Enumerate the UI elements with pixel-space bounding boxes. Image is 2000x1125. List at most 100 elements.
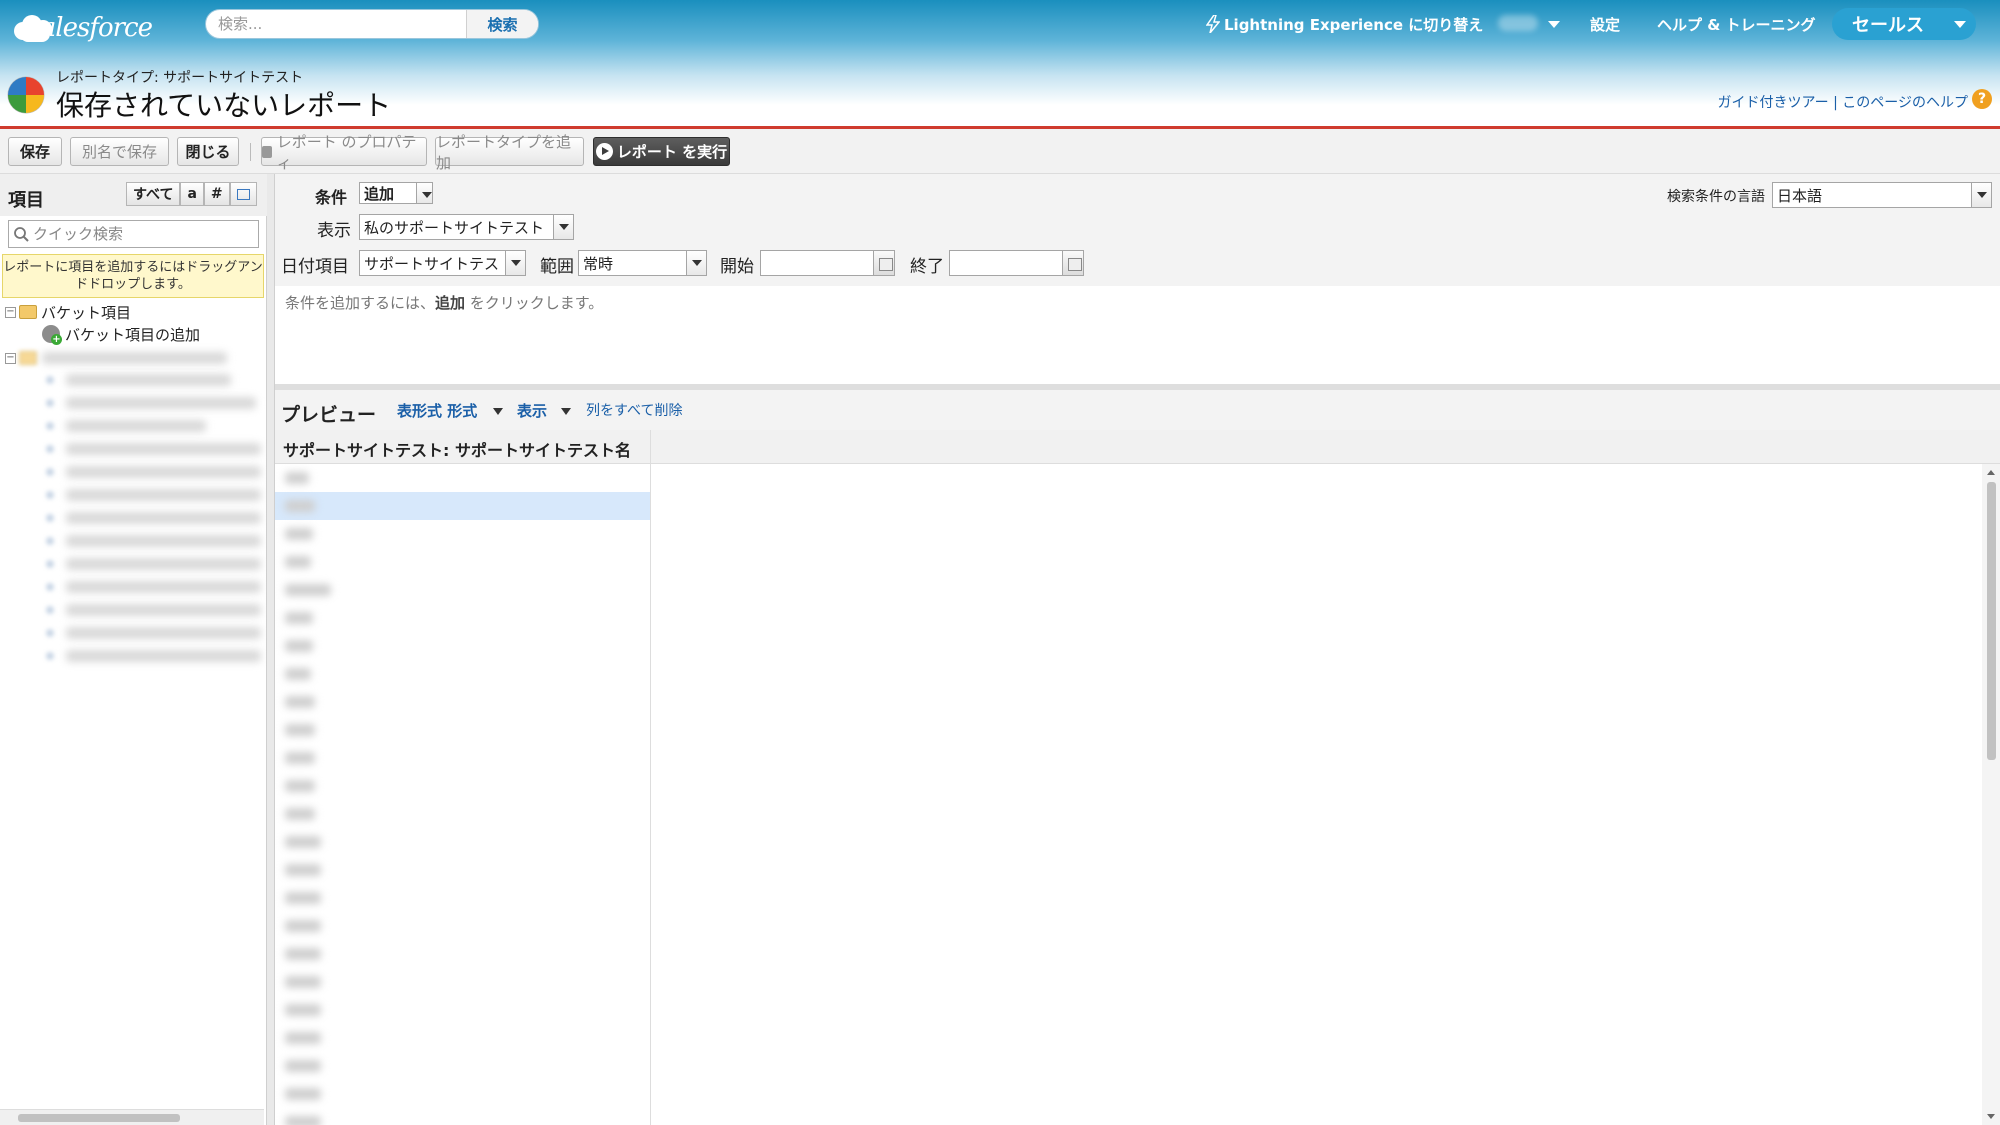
table-row[interactable] <box>275 632 650 660</box>
start-date-input[interactable] <box>760 250 875 276</box>
page-help-link[interactable]: このページのヘルプ <box>1842 95 1968 111</box>
global-search-button[interactable]: 検索 <box>466 10 538 38</box>
table-row[interactable] <box>275 1080 650 1108</box>
add-filter-value: 追加 <box>364 184 395 203</box>
tree-item-blurred[interactable] <box>66 466 261 478</box>
table-row-selected[interactable] <box>275 492 650 520</box>
end-calendar-icon[interactable] <box>1062 250 1084 276</box>
help-training-link[interactable]: ヘルプ & トレーニング <box>1657 14 1816 36</box>
collapse-icon[interactable]: − <box>5 306 16 318</box>
report-properties-button[interactable]: レポート のプロパティ <box>261 133 427 172</box>
filter-language-label: 検索条件の言語 <box>1667 189 1765 205</box>
tree-item-blurred[interactable] <box>66 443 261 455</box>
lightning-bolt-icon <box>1206 15 1220 33</box>
tree-item-blurred[interactable] <box>66 650 261 662</box>
table-row[interactable] <box>275 772 650 800</box>
table-row[interactable] <box>275 548 650 576</box>
app-menu-label: セールス <box>1852 15 1924 36</box>
table-row[interactable] <box>275 996 650 1024</box>
table-row[interactable] <box>275 604 650 632</box>
scroll-down-icon[interactable] <box>1987 1114 1995 1119</box>
preview-vertical-scrollbar[interactable] <box>1982 464 2000 1125</box>
panel-splitter[interactable] <box>267 174 275 1125</box>
scrollbar-thumb[interactable] <box>18 1114 180 1122</box>
empty-filter-prefix: 条件を追加するには、 <box>285 294 436 312</box>
tree-object-folder[interactable]: − <box>5 348 41 368</box>
preview-rows <box>275 464 651 1125</box>
run-report-button[interactable]: レポート を実行 <box>593 137 730 166</box>
fields-panel-header: 項目 すべて a # <box>0 174 267 216</box>
filter-text-button[interactable]: a <box>180 182 204 206</box>
table-row[interactable] <box>275 856 650 884</box>
tree-item-blurred[interactable] <box>66 489 261 501</box>
add-report-type-button[interactable]: レポートタイプを追加 <box>435 133 584 172</box>
fields-horizontal-scrollbar[interactable] <box>0 1109 264 1125</box>
table-row[interactable] <box>275 800 650 828</box>
quick-search-input[interactable] <box>33 225 258 243</box>
cloud-icon <box>12 12 52 44</box>
tree-item-blurred[interactable] <box>66 581 261 593</box>
lock-icon <box>262 145 272 158</box>
global-search-input[interactable] <box>206 10 466 38</box>
table-row[interactable] <box>275 660 650 688</box>
tree-add-bucket[interactable]: + バケット項目の追加 <box>42 324 200 345</box>
save-button[interactable]: 保存 <box>8 137 62 166</box>
filter-number-button[interactable]: # <box>203 182 230 206</box>
start-calendar-icon[interactable] <box>873 250 895 276</box>
tree-item-blurred[interactable] <box>42 352 227 364</box>
add-filter-select[interactable]: 追加 <box>359 182 433 204</box>
user-menu[interactable] <box>1498 15 1538 31</box>
date-field-select[interactable]: サポートサイトテス <box>359 250 526 276</box>
format-caret-icon[interactable] <box>493 408 503 415</box>
table-row[interactable] <box>275 884 650 912</box>
app-menu-button[interactable]: セールス <box>1832 8 1976 40</box>
filter-list: 条件を追加するには、追加 をクリックします。 <box>275 286 2000 384</box>
close-button[interactable]: 閉じる <box>177 137 239 166</box>
lightning-switch-link[interactable]: Lightning Experience に切り替え <box>1206 14 1483 36</box>
salesforce-logo[interactable]: salesforce <box>12 8 153 48</box>
show-menu[interactable]: 表示 <box>517 400 547 421</box>
tree-item-blurred[interactable] <box>66 627 261 639</box>
guided-tour-link[interactable]: ガイド付きツアー <box>1717 95 1828 111</box>
table-row[interactable] <box>275 1024 650 1052</box>
collapse-icon[interactable]: − <box>5 352 16 364</box>
tree-item-blurred[interactable] <box>66 374 231 386</box>
filter-all-button[interactable]: すべて <box>126 182 181 206</box>
scroll-up-icon[interactable] <box>1987 470 1995 475</box>
show-caret-icon[interactable] <box>561 408 571 415</box>
tree-item-blurred[interactable] <box>66 397 256 409</box>
filter-date-button[interactable] <box>229 182 257 206</box>
remove-all-columns-link[interactable]: 列をすべて削除 <box>586 400 682 420</box>
filter-language-value: 日本語 <box>1777 186 1823 205</box>
filter-language-select[interactable]: 日本語 <box>1772 182 1992 208</box>
table-row[interactable] <box>275 968 650 996</box>
column-header[interactable]: サポートサイトテスト: サポートサイトテスト名 <box>275 430 651 464</box>
format-menu[interactable]: 表形式 形式 <box>397 400 477 421</box>
table-row[interactable] <box>275 688 650 716</box>
tree-item-blurred[interactable] <box>66 604 261 616</box>
tree-item-blurred[interactable] <box>66 558 261 570</box>
scrollbar-thumb[interactable] <box>1987 482 1996 760</box>
help-icon[interactable]: ? <box>1972 89 1992 109</box>
table-row[interactable] <box>275 1108 650 1125</box>
table-row[interactable] <box>275 828 650 856</box>
user-menu-caret-icon[interactable] <box>1548 21 1560 28</box>
table-row[interactable] <box>275 744 650 772</box>
tree-item-blurred[interactable] <box>66 512 261 524</box>
table-row[interactable] <box>275 1052 650 1080</box>
table-row[interactable] <box>275 520 650 548</box>
filters-panel: 条件 追加 表示 私のサポートサイトテスト 日付項目 サポートサイトテス 範囲 … <box>275 174 2000 384</box>
tree-item-blurred[interactable] <box>66 420 206 432</box>
tree-item-blurred[interactable] <box>66 535 261 547</box>
end-date-input[interactable] <box>949 250 1064 276</box>
setup-link[interactable]: 設定 <box>1590 14 1620 36</box>
range-select[interactable]: 常時 <box>578 250 707 276</box>
table-row[interactable] <box>275 716 650 744</box>
table-row[interactable] <box>275 940 650 968</box>
show-select[interactable]: 私のサポートサイトテスト <box>359 214 574 240</box>
table-row[interactable] <box>275 576 650 604</box>
tree-bucket-folder[interactable]: − バケット項目 <box>5 302 131 322</box>
table-row[interactable] <box>275 912 650 940</box>
save-as-button[interactable]: 別名で保存 <box>70 137 169 166</box>
table-row[interactable] <box>275 464 650 492</box>
